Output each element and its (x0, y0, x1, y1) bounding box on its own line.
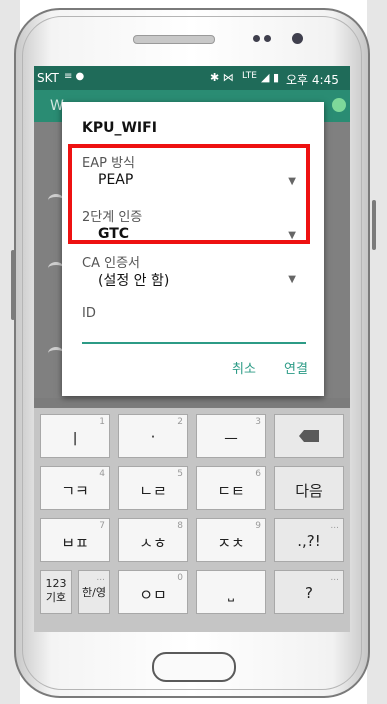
key-7[interactable]: 7 ㅂㅍ (40, 518, 110, 562)
sensor-icon (264, 35, 271, 42)
key-label: 123 기호 (45, 577, 67, 604)
dialog-title: KPU_WIFI (82, 120, 157, 136)
key-number: 2 (177, 417, 183, 427)
clock-label: 오후 4:45 (286, 73, 339, 87)
key-4[interactable]: 4 ㄱㅋ (40, 466, 110, 510)
status-bar: SKT ≡ ● ✱ ⋈ LTE ◢ ▮ 오후 4:45 (34, 66, 350, 90)
key-number: 5 (177, 469, 183, 479)
carrier-label: SKT (37, 71, 59, 85)
key-6[interactable]: 6 ㄷㅌ (196, 466, 266, 510)
right-background (367, 0, 387, 704)
key-1[interactable]: 1 ㅣ (40, 414, 110, 458)
volume-button (11, 250, 15, 320)
key-label: · (150, 428, 156, 446)
punctuation-key[interactable]: ... .,?! (274, 518, 344, 562)
key-label: ㅂㅍ (61, 534, 89, 552)
signal-battery-icon: ◢ ▮ (261, 71, 280, 84)
key-number: 9 (255, 521, 261, 531)
ca-cert-value[interactable]: (설정 안 함) (98, 270, 169, 290)
id-field-label: ID (82, 306, 96, 321)
cancel-button[interactable]: 취소 (232, 358, 256, 377)
key-label: ㅣ (68, 430, 82, 448)
key-number: ... (330, 573, 339, 583)
highlight-box (68, 144, 310, 244)
key-label: ㄴㄹ (139, 482, 167, 500)
key-9[interactable]: 9 ㅈㅊ (196, 518, 266, 562)
connect-button[interactable]: 연결 (284, 358, 308, 377)
key-2[interactable]: 2 · (118, 414, 188, 458)
symbols-key[interactable]: 123 기호 (40, 570, 72, 614)
key-number: 4 (99, 469, 105, 479)
id-input[interactable] (82, 342, 306, 344)
earpiece-speaker (133, 35, 215, 44)
key-label: ㄱㅋ (61, 482, 89, 500)
space-key[interactable]: ⎵ (196, 570, 266, 614)
key-label: ㅡ (224, 430, 238, 448)
backspace-icon (299, 430, 319, 442)
key-number: ... (96, 573, 105, 583)
key-label: ? (305, 584, 313, 602)
backspace-key[interactable] (274, 414, 344, 458)
key-number: 1 (99, 417, 105, 427)
key-label: 다음 (295, 482, 323, 500)
wifi-toggle[interactable] (332, 98, 346, 112)
question-key[interactable]: ... ? (274, 570, 344, 614)
key-number: 6 (255, 469, 261, 479)
key-3[interactable]: 3 ㅡ (196, 414, 266, 458)
next-key[interactable]: 다음 (274, 466, 344, 510)
power-button (372, 200, 376, 250)
key-label: ㅇㅁ (139, 586, 167, 604)
key-number: 7 (99, 521, 105, 531)
sensor-icon (253, 35, 260, 42)
keyboard: 1 ㅣ 2 · 3 ㅡ 4 ㄱㅋ 5 ㄴㄹ 6 ㄷㅌ 다음 7 ㅂㅍ 8 ㅅㅎ … (34, 408, 350, 632)
home-button[interactable] (152, 652, 236, 682)
key-label: ㄷㅌ (217, 482, 245, 500)
key-number: 3 (255, 417, 261, 427)
bluetooth-icon: ✱ ⋈ (210, 71, 234, 84)
ca-cert-label: CA 인증서 (82, 256, 140, 271)
notification-icons: ≡ ● (64, 71, 85, 82)
key-label: 한/영 (82, 586, 106, 599)
front-camera-icon (292, 33, 303, 44)
key-number: ... (330, 521, 339, 531)
key-label: ㅈㅊ (217, 534, 245, 552)
key-label: ㅅㅎ (139, 534, 167, 552)
key-label: .,?! (297, 532, 321, 550)
space-icon: ⎵ (227, 584, 234, 602)
key-number: 8 (177, 521, 183, 531)
key-0[interactable]: 0 ㅇㅁ (118, 570, 188, 614)
language-key[interactable]: ... 한/영 (78, 570, 110, 614)
key-8[interactable]: 8 ㅅㅎ (118, 518, 188, 562)
key-number: 0 (177, 573, 183, 583)
network-type-label: LTE (242, 71, 257, 81)
ca-cert-dropdown-icon[interactable]: ▼ (288, 274, 296, 285)
key-5[interactable]: 5 ㄴㄹ (118, 466, 188, 510)
